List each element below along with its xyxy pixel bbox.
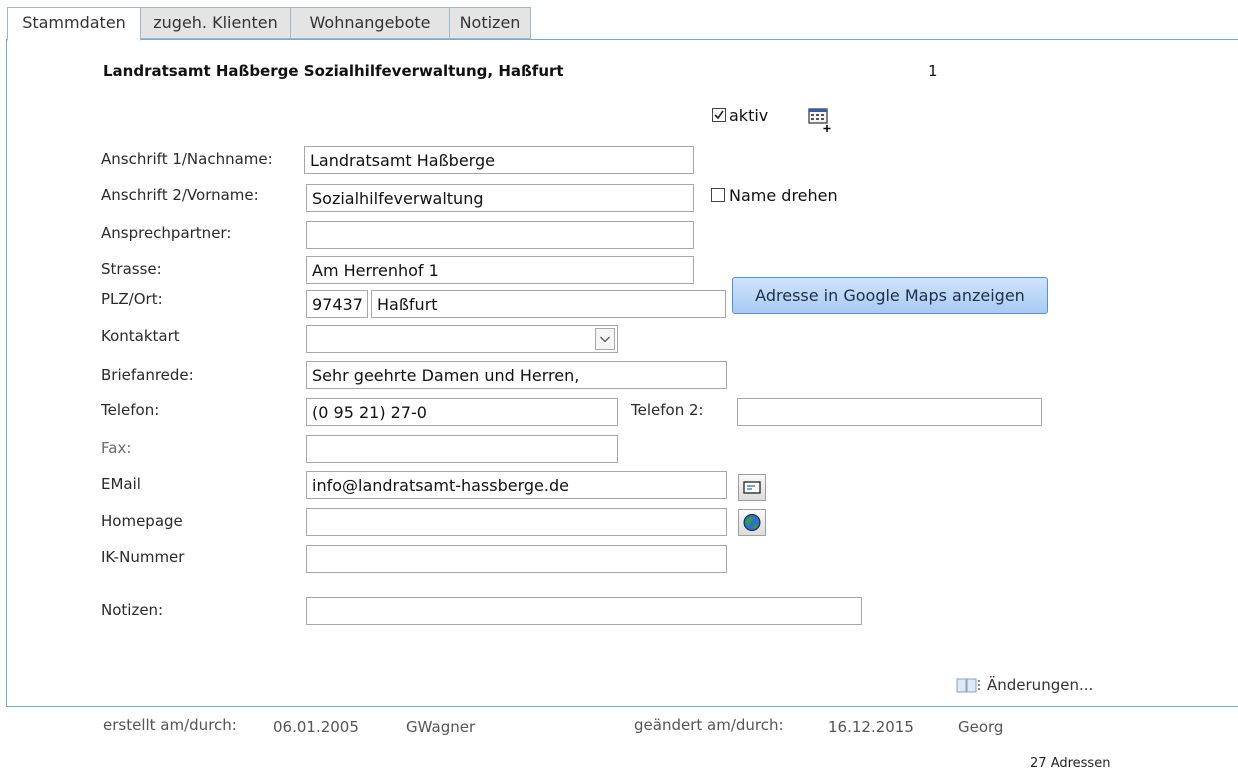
- anschrift2-input[interactable]: Sozialhilfeverwaltung: [306, 184, 694, 212]
- strasse-label: Strasse:: [101, 260, 162, 278]
- record-count-number: 27: [1030, 756, 1047, 771]
- google-maps-button[interactable]: Adresse in Google Maps anzeigen: [732, 277, 1048, 314]
- chevron-down-icon: [600, 336, 610, 343]
- anschrift2-label: Anschrift 2/Vorname:: [101, 186, 259, 204]
- tab-stammdaten[interactable]: Stammdaten: [7, 7, 141, 41]
- changed-label: geändert am/durch:: [634, 716, 784, 734]
- ik-nummer-input[interactable]: [306, 545, 727, 573]
- changed-date: 16.12.2015: [828, 718, 914, 736]
- email-icon: [743, 481, 761, 494]
- strasse-input[interactable]: Am Herrenhof 1: [306, 256, 694, 284]
- changed-by: Georg: [958, 718, 1004, 736]
- ik-nummer-label: IK-Nummer: [101, 548, 185, 566]
- aenderungen-button[interactable]: Änderungen...: [956, 676, 1116, 698]
- record-title: Landratsamt Haßberge Sozialhilfeverwaltu…: [103, 62, 564, 80]
- ort-input[interactable]: Haßfurt: [371, 290, 726, 318]
- record-number: 1: [928, 62, 938, 80]
- kontaktart-select[interactable]: [306, 325, 618, 353]
- globe-icon: [743, 514, 761, 531]
- ansprechpartner-input[interactable]: [306, 221, 694, 249]
- email-label: EMail: [101, 475, 141, 493]
- anschrift1-input[interactable]: Landratsamt Haßberge: [304, 146, 694, 174]
- fax-label: Fax:: [101, 439, 132, 457]
- briefanrede-input[interactable]: Sehr geehrte Damen und Herren,: [306, 361, 727, 389]
- created-date: 06.01.2005: [273, 718, 359, 736]
- record-count-label: Adressen: [1050, 756, 1111, 771]
- checkmark-icon: [714, 110, 724, 120]
- email-input[interactable]: info@landratsamt-hassberge.de: [306, 471, 727, 499]
- address-card-add-icon[interactable]: [806, 106, 834, 134]
- homepage-label: Homepage: [101, 512, 183, 530]
- ansprechpartner-label: Ansprechpartner:: [101, 224, 232, 242]
- anschrift1-label: Anschrift 1/Nachname:: [101, 150, 273, 168]
- telefon-label: Telefon:: [101, 401, 160, 419]
- created-by: GWagner: [406, 718, 476, 736]
- name-drehen-checkbox[interactable]: [711, 188, 725, 202]
- plz-input[interactable]: 97437: [306, 290, 368, 318]
- kontaktart-label: Kontaktart: [101, 327, 180, 345]
- notizen-input[interactable]: [306, 597, 862, 625]
- name-drehen-label: Name drehen: [729, 186, 838, 205]
- send-email-button[interactable]: [738, 474, 766, 501]
- telefon2-label: Telefon 2:: [631, 401, 704, 419]
- aktiv-label: aktiv: [729, 106, 769, 125]
- notizen-label: Notizen:: [101, 601, 164, 619]
- telefon-input[interactable]: (0 95 21) 27-0: [306, 398, 618, 426]
- aktiv-checkbox[interactable]: [712, 108, 726, 122]
- telefon2-input[interactable]: [737, 398, 1042, 426]
- tab-wohnangebote[interactable]: Wohnangebote: [290, 7, 450, 39]
- fax-input[interactable]: [306, 435, 618, 463]
- plzort-label: PLZ/Ort:: [101, 290, 163, 308]
- aenderungen-label: Änderungen...: [987, 676, 1094, 694]
- created-label: erstellt am/durch:: [103, 716, 237, 734]
- tab-zugeh-klienten[interactable]: zugeh. Klienten: [140, 7, 291, 39]
- homepage-input[interactable]: [306, 508, 727, 536]
- dropdown-button[interactable]: [595, 328, 615, 350]
- changes-list-icon: [956, 678, 980, 693]
- record-count: 27 Adressen: [1030, 756, 1110, 771]
- open-homepage-button[interactable]: [738, 509, 766, 536]
- kontaktart-value: [307, 328, 312, 347]
- tab-notizen[interactable]: Notizen: [449, 7, 531, 39]
- briefanrede-label: Briefanrede:: [101, 366, 194, 384]
